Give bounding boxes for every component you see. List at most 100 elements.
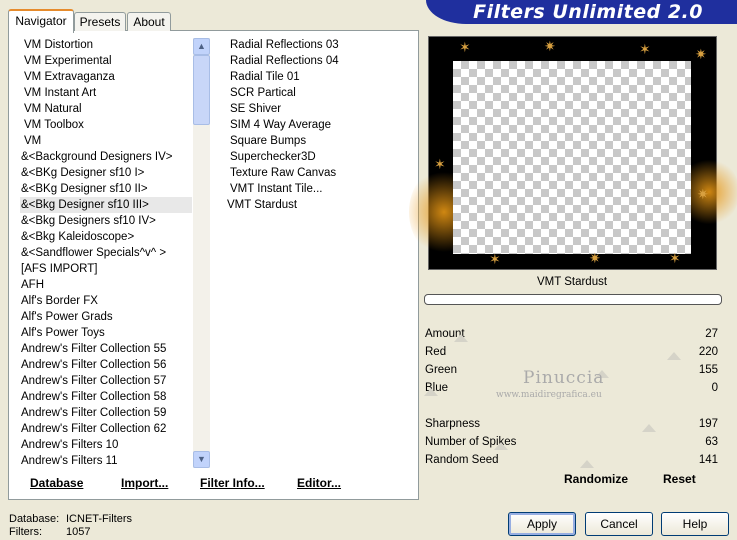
filter-item[interactable]: Square Bumps bbox=[226, 133, 412, 149]
slider-handle[interactable] bbox=[667, 352, 681, 360]
param-value: 141 bbox=[698, 454, 718, 466]
filter-item[interactable]: VMT Instant Tile... bbox=[226, 181, 412, 197]
tab-presets[interactable]: Presets bbox=[74, 12, 126, 31]
category-item[interactable]: &<Bkg Designers sf10 IV> bbox=[20, 213, 192, 229]
category-item[interactable]: Andrew's Filter Collection 62 bbox=[20, 421, 192, 437]
category-item[interactable]: &<Bkg Designer sf10 III> bbox=[20, 197, 192, 213]
filter-item-label: Square Bumps bbox=[230, 135, 307, 147]
progress-bar bbox=[424, 294, 722, 305]
filter-item[interactable]: Texture Raw Canvas bbox=[226, 165, 412, 181]
category-item[interactable]: Andrew's Filter Collection 58 bbox=[20, 389, 192, 405]
filter-item[interactable]: SIM 4 Way Average bbox=[226, 117, 412, 133]
filter-item[interactable]: Superchecker3D bbox=[226, 149, 412, 165]
slider-handle[interactable] bbox=[642, 424, 656, 432]
category-item[interactable]: Alf's Power Grads bbox=[20, 309, 192, 325]
database-button[interactable]: Database bbox=[30, 476, 83, 490]
slider-handle[interactable] bbox=[494, 442, 508, 450]
star-icon: ✶ bbox=[639, 41, 651, 57]
filter-item-label: SIM 4 Way Average bbox=[230, 119, 331, 131]
category-item[interactable]: &<BKg Designer sf10 I> bbox=[20, 165, 192, 181]
param-row: Sharpness 197 bbox=[424, 415, 720, 433]
category-item[interactable]: Andrew's Filter Collection 59 bbox=[20, 405, 192, 421]
category-item[interactable]: AFH bbox=[20, 277, 192, 293]
filter-item[interactable]: Radial Reflections 03 bbox=[226, 37, 412, 53]
filter-item-label: Superchecker3D bbox=[230, 151, 316, 163]
filter-item[interactable]: SE Shiver bbox=[226, 101, 412, 117]
star-icon: ✷ bbox=[589, 250, 601, 266]
watermark-url: www.maidiregrafica.eu bbox=[496, 390, 602, 400]
category-item[interactable]: &<Background Designers IV> bbox=[20, 149, 192, 165]
category-item[interactable]: Andrew's Filters 11 bbox=[20, 453, 192, 467]
filter-item-label: SCR Partical bbox=[230, 87, 296, 99]
category-item[interactable]: Andrew's Filters 10 bbox=[20, 437, 192, 453]
database-info: Database: ICNET-Filters bbox=[9, 513, 132, 525]
category-list[interactable]: VM Distortion VM Experimental VM Extravaga… bbox=[20, 37, 192, 467]
category-item[interactable]: VM Experimental bbox=[20, 53, 192, 69]
scroll-down-button[interactable]: ▼ bbox=[193, 451, 210, 468]
slider-handle[interactable] bbox=[454, 334, 468, 342]
category-item[interactable]: &<BKg Designer sf10 II> bbox=[20, 181, 192, 197]
star-icon: ✷ bbox=[697, 186, 709, 202]
transparency-checker bbox=[453, 61, 691, 254]
filter-item-label: Radial Reflections 04 bbox=[230, 55, 339, 67]
category-item[interactable]: Andrew's Filter Collection 55 bbox=[20, 341, 192, 357]
star-icon: ✶ bbox=[669, 250, 681, 266]
preview-image: ✶ ✷ ✶ ✷ ✶ ✷ ✶ ✷ ✶ bbox=[409, 36, 737, 270]
reset-button[interactable]: Reset bbox=[663, 472, 696, 486]
category-item[interactable]: &<Bkg Kaleidoscope> bbox=[20, 229, 192, 245]
scroll-up-button[interactable]: ▲ bbox=[193, 38, 210, 55]
slider-handle[interactable] bbox=[424, 388, 438, 396]
category-item[interactable]: &<Sandflower Specials^v^ > bbox=[20, 245, 192, 261]
param-label: Green bbox=[425, 364, 457, 376]
category-item[interactable]: Andrew's Filter Collection 57 bbox=[20, 373, 192, 389]
randomize-button[interactable]: Randomize bbox=[564, 472, 628, 486]
filter-item-label: SE Shiver bbox=[230, 103, 282, 115]
param-value: 0 bbox=[711, 382, 718, 394]
filters-info: Filters: 1057 bbox=[9, 526, 90, 538]
param-row: Random Seed 141 bbox=[424, 451, 720, 469]
filter-item-label: VMT Instant Tile... bbox=[230, 183, 323, 195]
tab-navigator[interactable]: Navigator bbox=[8, 9, 74, 33]
tab-about[interactable]: About bbox=[127, 12, 171, 31]
import-button[interactable]: Import... bbox=[121, 476, 168, 490]
category-item[interactable]: VM Distortion bbox=[20, 37, 192, 53]
filter-item-label: Texture Raw Canvas bbox=[230, 167, 337, 179]
category-item[interactable]: VM Toolbox bbox=[20, 117, 192, 133]
category-item[interactable]: VM Instant Art bbox=[20, 85, 192, 101]
filter-list[interactable]: Radial Reflections 03 Radial Reflections … bbox=[226, 37, 412, 467]
help-button[interactable]: Help bbox=[661, 512, 729, 536]
param-value: 155 bbox=[698, 364, 718, 376]
filter-item[interactable]: SCR Partical bbox=[226, 85, 412, 101]
param-value: 220 bbox=[698, 346, 718, 358]
category-item[interactable]: Alf's Power Toys bbox=[20, 325, 192, 341]
category-scrollbar[interactable]: ▲ ▼ bbox=[193, 38, 210, 468]
filter-item-label: Radial Tile 01 bbox=[230, 71, 300, 83]
database-label: Database: bbox=[9, 513, 60, 525]
category-item[interactable]: VM Extravaganza bbox=[20, 69, 192, 85]
filter-name: VMT Stardust bbox=[536, 276, 608, 288]
filters-label: Filters: bbox=[9, 526, 42, 538]
app-banner: Filters Unlimited 2.0 bbox=[426, 0, 737, 24]
filter-item[interactable]: Radial Tile 01 bbox=[226, 69, 412, 85]
watermark-name: Pinuccia bbox=[523, 368, 605, 388]
filter-item[interactable]: Radial Reflections 04 bbox=[226, 53, 412, 69]
editor-button[interactable]: Editor... bbox=[297, 476, 341, 490]
param-label: Red bbox=[425, 346, 447, 358]
scroll-thumb[interactable] bbox=[193, 55, 210, 125]
slider-handle[interactable] bbox=[580, 460, 594, 468]
param-row: Number of Spikes 63 bbox=[424, 433, 720, 451]
filter-info-button[interactable]: Filter Info... bbox=[200, 476, 265, 490]
star-icon: ✷ bbox=[695, 46, 707, 62]
apply-button[interactable]: Apply bbox=[508, 512, 576, 536]
category-item[interactable]: VM Natural bbox=[20, 101, 192, 117]
cancel-button[interactable]: Cancel bbox=[585, 512, 653, 536]
category-item[interactable]: Andrew's Filter Collection 56 bbox=[20, 357, 192, 373]
database-value: ICNET-Filters bbox=[66, 513, 132, 525]
app-title: Filters Unlimited 2.0 bbox=[473, 1, 703, 23]
star-icon: ✶ bbox=[489, 251, 501, 267]
category-item[interactable]: [AFS IMPORT] bbox=[20, 261, 192, 277]
category-item[interactable]: Alf's Border FX bbox=[20, 293, 192, 309]
param-value: 27 bbox=[705, 328, 718, 340]
filter-item[interactable]: VMT Stardust bbox=[226, 197, 412, 213]
category-item[interactable]: VM bbox=[20, 133, 192, 149]
